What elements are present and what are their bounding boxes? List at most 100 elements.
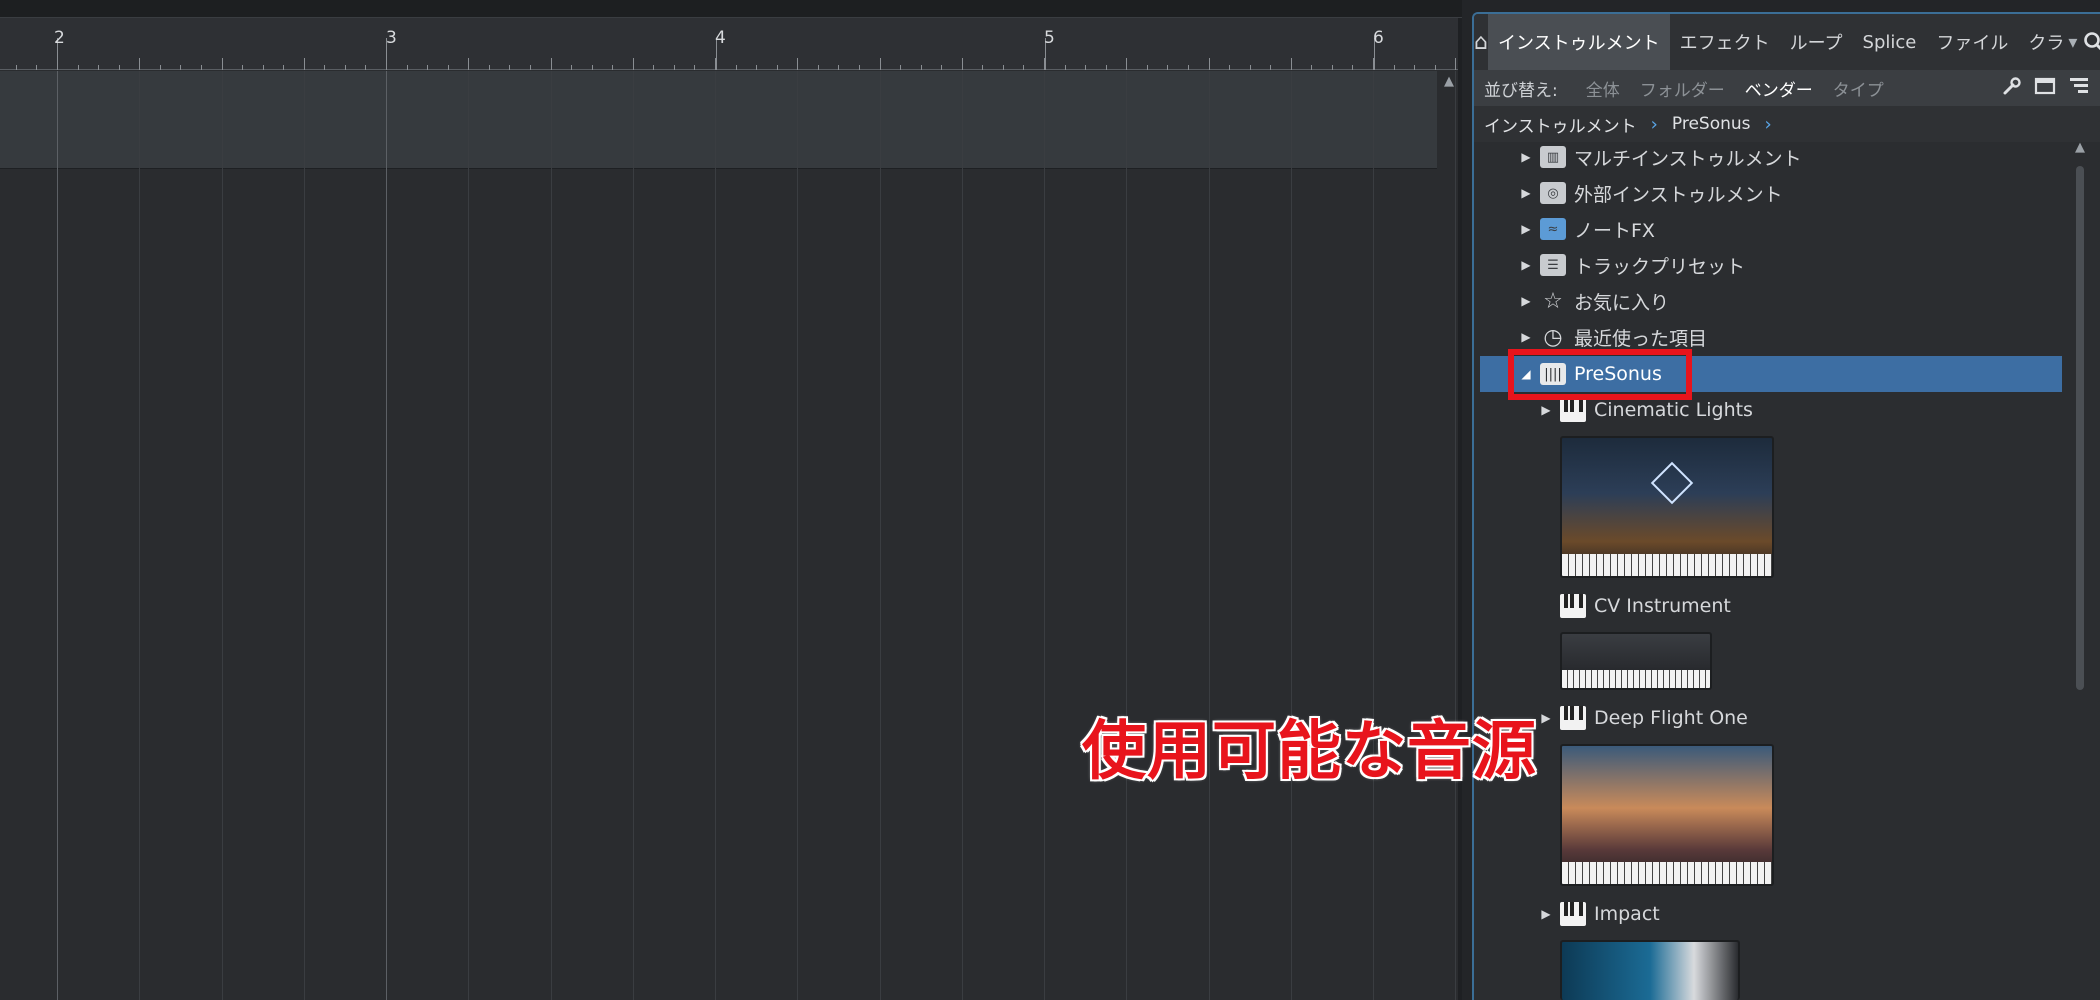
beat-grid-line <box>715 71 716 1000</box>
tab-effects[interactable]: エフェクト <box>1670 14 1780 70</box>
ruler-beat-tick <box>962 58 963 70</box>
list-item-impact[interactable]: ▶ Impact <box>1538 896 2058 932</box>
sort-option-type[interactable]: タイプ <box>1823 76 1894 101</box>
sort-option-all[interactable]: 全体 <box>1576 76 1630 101</box>
ruler-sub-tick <box>859 65 860 70</box>
beat-grid-line <box>962 71 963 1000</box>
tab-cloud-truncated[interactable]: クラ <box>2018 14 2064 70</box>
collapse-caret-icon[interactable]: ◢ <box>1518 367 1534 381</box>
ruler-sub-tick <box>365 65 366 70</box>
ruler-sub-tick <box>509 65 510 70</box>
cv-instrument-thumbnail[interactable] <box>1560 632 1712 690</box>
sort-option-vendor[interactable]: ベンダー <box>1735 76 1823 101</box>
bar-number: 4 <box>715 28 726 48</box>
ruler-sub-tick <box>592 65 593 70</box>
list-item-favorites[interactable]: ▶ ☆ お気に入り <box>1518 283 2058 319</box>
browser-scrollbar[interactable]: ▲ <box>2072 140 2088 1000</box>
sort-bar: 並び替え: 全体 フォルダー ベンダー タイプ <box>1474 70 2100 106</box>
multi-instrument-folder-icon: ▥ <box>1540 146 1566 168</box>
list-view-icon[interactable] <box>2068 76 2090 101</box>
ruler-sub-tick <box>818 65 819 70</box>
bar-number: 3 <box>386 28 397 48</box>
expand-caret-icon[interactable]: ▶ <box>1538 403 1554 417</box>
star-icon: ☆ <box>1543 288 1563 314</box>
timeline-ruler[interactable]: 2 3 4 5 6 <box>0 18 1462 70</box>
ruler-sub-tick <box>16 65 17 70</box>
arrange-view[interactable]: 2 3 4 5 6 ▲ <box>0 0 1462 1000</box>
ruler-sub-tick <box>1085 65 1086 70</box>
scroll-up-arrow-icon[interactable]: ▲ <box>2072 140 2088 156</box>
ruler-sub-tick <box>1229 65 1230 70</box>
ruler-sub-tick <box>530 65 531 70</box>
chevron-right-icon: › <box>1764 113 1772 135</box>
bar-grid-line <box>386 71 387 1000</box>
beat-grid-line <box>797 71 798 1000</box>
tab-loops[interactable]: ループ <box>1780 14 1853 70</box>
ruler-beat-tick <box>633 58 634 70</box>
breadcrumb: インストゥルメント › PreSonus › <box>1474 106 2100 142</box>
list-item-presonus[interactable]: ◢ |||| PreSonus <box>1480 356 2062 392</box>
list-item-cinematic-lights[interactable]: ▶ Cinematic Lights <box>1538 392 2058 428</box>
tab-splice[interactable]: Splice <box>1853 14 1927 70</box>
list-item-multi-instrument[interactable]: ▶ ▥ マルチインストゥルメント <box>1518 139 2058 175</box>
ruler-beat-tick <box>551 58 552 70</box>
expand-caret-icon[interactable]: ▶ <box>1518 186 1534 200</box>
ruler-beat-tick <box>1373 58 1374 70</box>
ruler-sub-tick <box>694 65 695 70</box>
ruler-beat-tick <box>222 58 223 70</box>
expand-caret-icon[interactable]: ▶ <box>1518 330 1534 344</box>
tab-instruments[interactable]: インストゥルメント <box>1487 14 1670 70</box>
ruler-sub-tick <box>1106 65 1107 70</box>
breadcrumb-item-presonus[interactable]: PreSonus <box>1672 114 1751 134</box>
list-item-notefx[interactable]: ▶ ≈ ノートFX <box>1518 211 2058 247</box>
wrench-icon[interactable] <box>2002 76 2022 101</box>
list-item-track-preset[interactable]: ▶ ☰ トラックプリセット <box>1518 247 2058 283</box>
cinematic-lights-thumbnail[interactable] <box>1560 436 1774 578</box>
track-lane[interactable] <box>0 71 1437 169</box>
list-item-recent[interactable]: ▶ ◷ 最近使った項目 <box>1518 319 2058 355</box>
home-icon[interactable]: ⌂ <box>1474 14 1488 70</box>
tab-files[interactable]: ファイル <box>1926 14 2018 70</box>
ruler-sub-tick <box>1414 65 1415 70</box>
beat-grid-line <box>1373 71 1374 1000</box>
expand-caret-icon[interactable]: ▶ <box>1538 907 1554 921</box>
expand-caret-icon[interactable]: ▶ <box>1518 294 1534 308</box>
ruler-sub-tick <box>201 65 202 70</box>
expand-caret-icon[interactable]: ▶ <box>1538 711 1554 725</box>
expand-caret-icon[interactable]: ▶ <box>1518 258 1534 272</box>
beat-grid-line <box>222 71 223 1000</box>
scrollbar-thumb[interactable] <box>2076 166 2084 690</box>
deep-flight-one-thumbnail[interactable] <box>1560 744 1774 886</box>
ruler-sub-tick <box>941 65 942 70</box>
ruler-sub-tick <box>1435 65 1436 70</box>
list-item-label: Deep Flight One <box>1594 707 1748 729</box>
list-item-cv-instrument[interactable]: CV Instrument <box>1538 588 2058 624</box>
beat-grid-line <box>1455 71 1456 1000</box>
ruler-sub-tick <box>78 65 79 70</box>
list-item-label: Impact <box>1594 903 1660 925</box>
scroll-up-arrow-icon[interactable]: ▲ <box>1440 74 1458 90</box>
list-item-label: トラックプリセット <box>1574 255 1746 278</box>
piano-icon <box>1560 594 1586 618</box>
ruler-sub-tick <box>180 65 181 70</box>
impact-thumbnail[interactable] <box>1560 940 1740 1000</box>
beat-grid-line <box>880 71 881 1000</box>
tab-overflow-chevron-icon[interactable]: ▾ <box>2064 14 2083 70</box>
expand-caret-icon[interactable]: ▶ <box>1518 222 1534 236</box>
ruler-beat-tick <box>468 58 469 70</box>
expand-caret-icon[interactable]: ▶ <box>1518 150 1534 164</box>
ruler-beat-tick <box>1455 58 1456 70</box>
search-icon[interactable] <box>2083 14 2100 70</box>
single-view-icon[interactable] <box>2034 76 2056 101</box>
ruler-beat-tick <box>1291 58 1292 70</box>
list-item-external-instrument[interactable]: ▶ ◎ 外部インストゥルメント <box>1518 175 2058 211</box>
ruler-sub-tick <box>263 65 264 70</box>
annotation-caption: 使用可能な音源 <box>1081 714 1538 791</box>
bar-number: 2 <box>54 28 65 48</box>
list-item-deep-flight-one[interactable]: ▶ Deep Flight One <box>1538 700 2058 736</box>
breadcrumb-item-instruments[interactable]: インストゥルメント <box>1484 112 1637 137</box>
ruler-sub-tick <box>1352 65 1353 70</box>
beat-grid-line <box>551 71 552 1000</box>
clock-icon: ◷ <box>1543 324 1563 350</box>
sort-option-folder[interactable]: フォルダー <box>1630 76 1735 101</box>
